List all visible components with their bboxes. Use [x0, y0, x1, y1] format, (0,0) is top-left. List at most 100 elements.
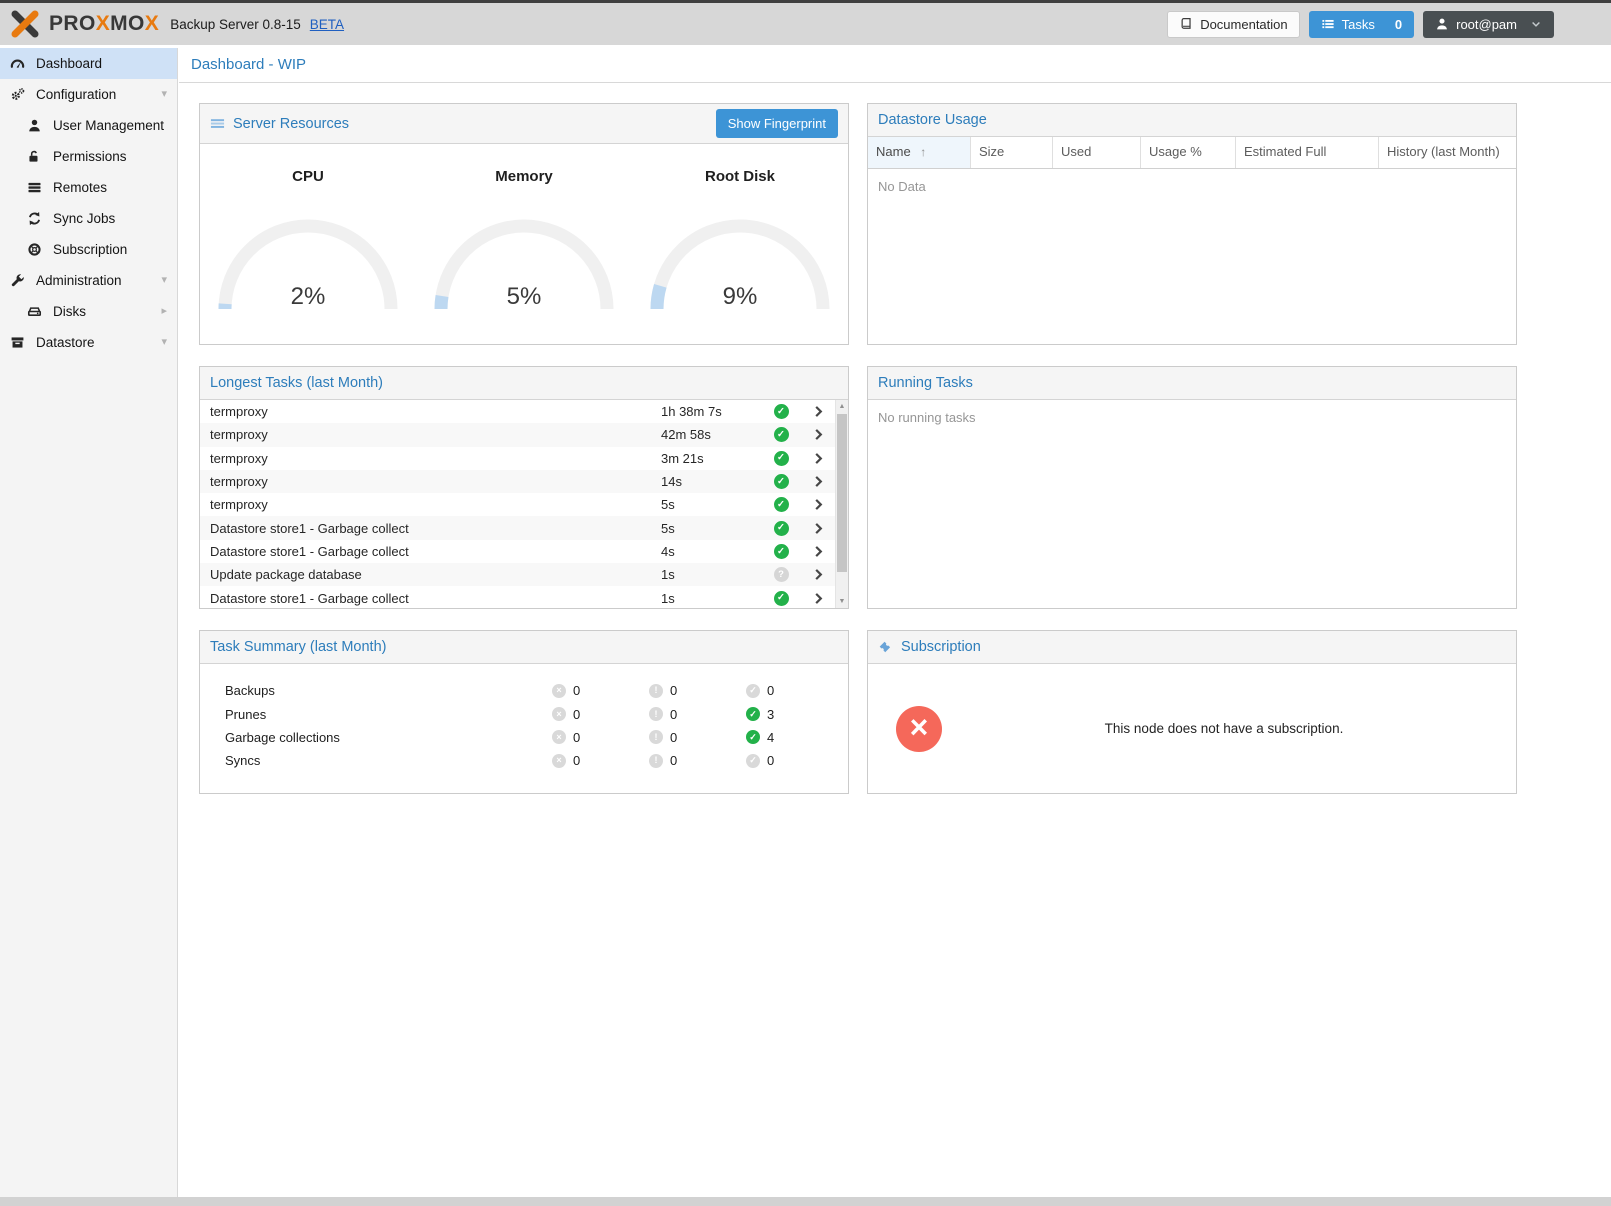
status-ok-icon: ✓ [774, 427, 789, 442]
subscription-title: Subscription [901, 639, 981, 655]
task-row[interactable]: Datastore store1 - Garbage collect1s✓ [200, 586, 835, 608]
column-header-history-last-month-[interactable]: History (last Month) [1379, 137, 1516, 168]
support-icon [27, 242, 45, 258]
longest-tasks-header: Longest Tasks (last Month) [200, 367, 848, 400]
task-row[interactable]: termproxy5s✓ [200, 493, 835, 516]
task-row[interactable]: Update package database1s? [200, 563, 835, 586]
open-task-chevron-icon[interactable] [801, 592, 835, 605]
book-icon [1179, 17, 1193, 31]
open-task-chevron-icon[interactable] [801, 522, 835, 535]
status-ok-icon: ✓ [774, 474, 789, 489]
show-fingerprint-button[interactable]: Show Fingerprint [716, 109, 838, 138]
sidebar-item-subscription[interactable]: Subscription [0, 234, 177, 265]
column-header-usage-[interactable]: Usage % [1141, 137, 1236, 168]
bottom-edge [0, 1197, 1611, 1206]
main-area: Dashboard - WIP Server Resources Show Fi… [179, 48, 1611, 1197]
user-icon [27, 118, 45, 134]
error-count-icon: × [552, 707, 566, 721]
column-header-estimated-full[interactable]: Estimated Full [1236, 137, 1379, 168]
sidebar: DashboardConfiguration▾User ManagementPe… [0, 48, 178, 1197]
resource-gauges: CPU2%Memory5%Root Disk9% [200, 144, 848, 344]
brand: PROXMOX Backup Server 0.8-15 BETA [10, 9, 344, 39]
sidebar-item-user-management[interactable]: User Management [0, 110, 177, 141]
scrollbar-thumb[interactable] [837, 414, 847, 572]
task-row[interactable]: termproxy14s✓ [200, 470, 835, 493]
sidebar-item-remotes[interactable]: Remotes [0, 172, 177, 203]
task-row[interactable]: termproxy42m 58s✓ [200, 423, 835, 446]
beta-link[interactable]: BETA [310, 17, 344, 32]
task-summary-panel: Task Summary (last Month) Backups×0!0✓0P… [199, 630, 849, 794]
sidebar-item-sync-jobs[interactable]: Sync Jobs [0, 203, 177, 234]
task-row[interactable]: termproxy1h 38m 7s✓ [200, 400, 835, 423]
sort-asc-arrow-icon: ↑ [920, 145, 926, 159]
status-unknown-icon: ? [774, 567, 789, 582]
column-header-name[interactable]: Name ↑ [868, 137, 971, 168]
open-task-chevron-icon[interactable] [801, 545, 835, 558]
summary-row-garbage-collections: Garbage collections×0!0✓4 [200, 726, 848, 749]
datastore-usage-header: Datastore Usage [868, 104, 1516, 137]
open-task-chevron-icon[interactable] [801, 568, 835, 581]
user-menu-button[interactable]: root@pam [1423, 11, 1554, 38]
subscription-body: × This node does not have a subscription… [868, 664, 1516, 793]
open-task-chevron-icon[interactable] [801, 405, 835, 418]
subscription-message: This node does not have a subscription. [942, 721, 1516, 736]
summary-row-syncs: Syncs×0!0✓0 [200, 749, 848, 772]
sidebar-item-dashboard[interactable]: Dashboard [0, 48, 177, 79]
datastore-usage-panel: Datastore Usage Name ↑SizeUsedUsage %Est… [867, 103, 1517, 345]
sidebar-item-permissions[interactable]: Permissions [0, 141, 177, 172]
open-task-chevron-icon[interactable] [801, 452, 835, 465]
gauge-root-disk: Root Disk9% [632, 168, 848, 344]
running-tasks-empty: No running tasks [868, 400, 1516, 608]
sidebar-item-administration[interactable]: Administration▾ [0, 265, 177, 296]
proxmox-backup-server-app: PROXMOX Backup Server 0.8-15 BETA Docume… [0, 0, 1611, 1206]
disks-icon [27, 304, 45, 320]
ok-count-icon: ✓ [746, 684, 760, 698]
column-header-size[interactable]: Size [971, 137, 1053, 168]
cogs-icon [10, 87, 28, 103]
open-task-chevron-icon[interactable] [801, 428, 835, 441]
product-version-label: Backup Server 0.8-15 [170, 17, 301, 32]
warning-count-icon: ! [649, 754, 663, 768]
sidebar-item-datastore[interactable]: Datastore▾ [0, 327, 177, 358]
gauge-arc: 2% [218, 217, 398, 313]
warning-count-icon: ! [649, 684, 663, 698]
documentation-button[interactable]: Documentation [1167, 11, 1299, 38]
gauge-value: 5% [434, 283, 614, 311]
sidebar-item-configuration[interactable]: Configuration▾ [0, 79, 177, 110]
running-tasks-panel: Running Tasks No running tasks [867, 366, 1517, 609]
sidebar-item-disks[interactable]: Disks▸ [0, 296, 177, 327]
task-row[interactable]: termproxy3m 21s✓ [200, 447, 835, 470]
dashboard-content: Server Resources Show Fingerprint CPU2%M… [179, 83, 1611, 794]
task-summary-header: Task Summary (last Month) [200, 631, 848, 664]
sync-icon [27, 211, 45, 227]
column-header-used[interactable]: Used [1053, 137, 1141, 168]
scroll-up-arrow-icon[interactable]: ▲ [836, 400, 848, 413]
collapse-arrow-icon[interactable]: ▾ [161, 89, 167, 100]
expand-arrow-icon[interactable]: ▸ [161, 306, 167, 317]
bars-icon [210, 116, 225, 131]
status-ok-icon: ✓ [774, 497, 789, 512]
status-ok-icon: ✓ [774, 521, 789, 536]
chevron-down-icon [1530, 18, 1542, 30]
task-row[interactable]: Datastore store1 - Garbage collect5s✓ [200, 516, 835, 539]
task-row[interactable]: Datastore store1 - Garbage collect4s✓ [200, 540, 835, 563]
running-tasks-header: Running Tasks [868, 367, 1516, 400]
left-column: Server Resources Show Fingerprint CPU2%M… [199, 103, 849, 794]
open-task-chevron-icon[interactable] [801, 498, 835, 511]
collapse-arrow-icon[interactable]: ▾ [161, 275, 167, 286]
collapse-arrow-icon[interactable]: ▾ [161, 337, 167, 348]
error-count-icon: × [552, 754, 566, 768]
tasks-button[interactable]: Tasks 0 [1309, 11, 1414, 38]
unlock-icon [27, 149, 45, 165]
longest-tasks-title: Longest Tasks (last Month) [210, 375, 383, 391]
tachometer-icon [10, 56, 28, 72]
ok-count-icon: ✓ [746, 730, 760, 744]
status-ok-icon: ✓ [774, 451, 789, 466]
longest-tasks-panel: Longest Tasks (last Month) termproxy1h 3… [199, 366, 849, 609]
open-task-chevron-icon[interactable] [801, 475, 835, 488]
warning-count-icon: ! [649, 707, 663, 721]
server-resources-panel: Server Resources Show Fingerprint CPU2%M… [199, 103, 849, 345]
tasks-scrollbar[interactable]: ▲ ▼ [835, 400, 848, 608]
right-column: Datastore Usage Name ↑SizeUsedUsage %Est… [867, 103, 1517, 794]
scroll-down-arrow-icon[interactable]: ▼ [836, 595, 848, 608]
